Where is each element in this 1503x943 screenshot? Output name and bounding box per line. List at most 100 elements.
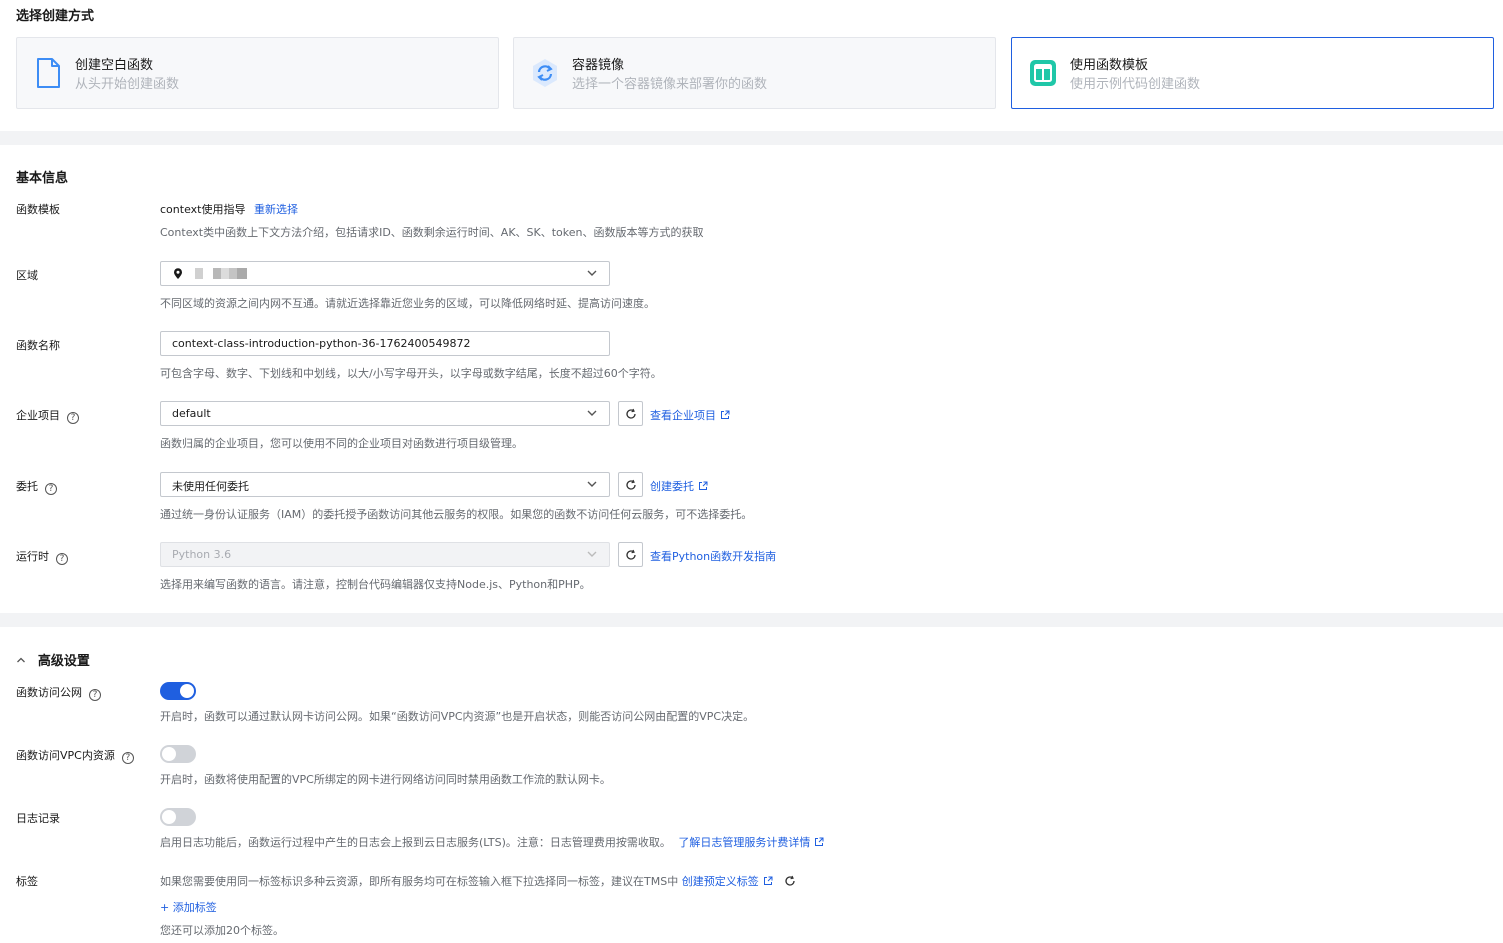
- agency-value: 未使用任何委托: [172, 480, 249, 493]
- create-agency-link[interactable]: 创建委托: [650, 478, 708, 494]
- runtime-value: Python 3.6: [172, 548, 232, 561]
- agency-select[interactable]: 未使用任何委托: [160, 472, 610, 497]
- refresh-icon: [626, 549, 636, 560]
- chevron-down-icon: [587, 551, 597, 557]
- add-tag-link[interactable]: + 添加标签: [160, 899, 217, 915]
- logging-hint: 启用日志功能后，函数运行过程中产生的日志会上报到云日志服务(LTS)。注意：日志…: [160, 836, 671, 849]
- public-access-hint: 开启时，函数可以通过默认网卡访问公网。如果“函数访问VPC内资源”也是开启状态，…: [160, 710, 755, 723]
- help-icon[interactable]: ?: [56, 553, 68, 565]
- runtime-hint: 选择用来编写函数的语言。请注意，控制台代码编辑器仅支持Node.js、Pytho…: [160, 578, 591, 591]
- redacted-region-block: [237, 268, 247, 279]
- tags-hint: 如果您需要使用同一标签标识多种云资源，即所有服务均可在标签输入框下拉选择同一标签…: [160, 875, 679, 888]
- help-icon[interactable]: ?: [89, 689, 101, 701]
- logging-toggle[interactable]: [160, 808, 196, 826]
- external-link-icon: [699, 481, 708, 490]
- view-enterprise-project-link[interactable]: 查看企业项目: [650, 407, 730, 423]
- refresh-agency-button[interactable]: [618, 472, 643, 497]
- function-name-input[interactable]: context-class-introduction-python-36-176…: [160, 331, 610, 356]
- help-icon[interactable]: ?: [67, 412, 79, 424]
- link-text: 查看企业项目: [650, 409, 716, 422]
- chevron-down-icon: [587, 481, 597, 487]
- card-title: 容器镜像: [572, 58, 625, 73]
- create-predefined-tag-link[interactable]: 创建预定义标签: [682, 875, 773, 888]
- external-link-icon: [721, 410, 730, 419]
- redacted-region-block: [221, 268, 229, 279]
- card-function-template[interactable]: 使用函数模板 使用示例代码创建函数: [1011, 37, 1494, 109]
- refresh-icon[interactable]: [784, 875, 796, 887]
- tags-hint-row: 如果您需要使用同一标签标识多种云资源，即所有服务均可在标签输入框下拉选择同一标签…: [160, 873, 796, 889]
- chevron-down-icon: [587, 410, 597, 416]
- toggle-knob: [162, 747, 176, 761]
- external-link-icon: [815, 837, 824, 846]
- refresh-runtime-button[interactable]: [618, 542, 643, 567]
- card-title: 创建空白函数: [75, 58, 154, 73]
- public-access-label-row: 函数访问公网?: [16, 684, 101, 701]
- card-subtitle: 选择一个容器镜像来部署你的函数: [572, 77, 768, 92]
- container-image-icon: [533, 59, 557, 87]
- card-container-image[interactable]: 容器镜像 选择一个容器镜像来部署你的函数: [513, 37, 996, 109]
- logging-label: 日志记录: [16, 812, 60, 825]
- enterprise-project-select[interactable]: default: [160, 401, 610, 426]
- card-title: 使用函数模板: [1070, 58, 1149, 73]
- section-divider: [0, 613, 1503, 627]
- refresh-enterprise-project-button[interactable]: [618, 401, 643, 426]
- region-label: 区域: [16, 269, 38, 282]
- public-access-label: 函数访问公网: [16, 686, 82, 699]
- section-divider: [0, 131, 1503, 145]
- agency-label-row: 委托?: [16, 478, 57, 495]
- enterprise-project-label-row: 企业项目?: [16, 407, 79, 424]
- help-icon[interactable]: ?: [121, 752, 134, 764]
- tags-label: 标签: [16, 875, 38, 888]
- function-name-value: context-class-introduction-python-36-176…: [172, 337, 471, 350]
- blank-file-icon: [37, 58, 60, 88]
- link-text: 创建预定义标签: [681, 875, 759, 888]
- help-icon[interactable]: ?: [45, 483, 57, 495]
- advanced-settings-toggle[interactable]: 高级设置: [16, 650, 90, 669]
- vpc-access-label: 函数访问VPC内资源: [16, 749, 115, 762]
- advanced-settings-title: 高级设置: [37, 654, 90, 669]
- toggle-knob: [180, 684, 194, 698]
- card-blank-function[interactable]: 创建空白函数 从头开始创建函数: [16, 37, 499, 109]
- redacted-region-block: [195, 268, 203, 279]
- logging-pricing-link[interactable]: 了解日志管理服务计费详情: [678, 836, 824, 849]
- redacted-region-block: [229, 268, 237, 279]
- logging-hint-row: 启用日志功能后，函数运行过程中产生的日志会上报到云日志服务(LTS)。注意：日志…: [160, 834, 824, 850]
- runtime-label-row: 运行时?: [16, 548, 68, 565]
- agency-label: 委托: [16, 480, 38, 493]
- card-subtitle: 使用示例代码创建函数: [1070, 77, 1201, 92]
- region-select[interactable]: [160, 261, 610, 286]
- function-name-label: 函数名称: [16, 339, 60, 352]
- create-method-title: 选择创建方式: [16, 9, 95, 24]
- refresh-icon: [626, 408, 636, 419]
- card-subtitle: 从头开始创建函数: [75, 77, 180, 92]
- agency-hint: 通过统一身份认证服务（IAM）的委托授予函数访问其他云服务的权限。如果您的函数不…: [160, 508, 753, 521]
- link-text: 创建委托: [650, 480, 694, 493]
- chevron-down-icon: [587, 270, 597, 276]
- python-dev-guide-link[interactable]: 查看Python函数开发指南: [650, 548, 776, 564]
- vpc-access-toggle[interactable]: [160, 745, 196, 763]
- vpc-access-label-row: 函数访问VPC内资源?: [16, 747, 134, 764]
- chevron-up-icon: [17, 657, 25, 663]
- enterprise-project-value: default: [172, 407, 211, 420]
- template-value: context使用指导: [160, 203, 246, 216]
- template-icon: [1030, 60, 1056, 86]
- vpc-access-hint: 开启时，函数将使用配置的VPC所绑定的网卡进行网络访问同时禁用函数工作流的默认网…: [160, 773, 611, 786]
- location-pin-icon: [174, 268, 182, 279]
- template-hint: Context类中函数上下文方法介绍，包括请求ID、函数剩余运行时间、AK、SK…: [160, 226, 704, 239]
- template-label: 函数模板: [16, 203, 60, 216]
- toggle-knob: [162, 810, 176, 824]
- public-access-toggle[interactable]: [160, 682, 196, 700]
- runtime-label: 运行时: [16, 550, 49, 563]
- tags-remaining-hint: 您还可以添加20个标签。: [160, 924, 284, 937]
- redacted-region-block: [213, 268, 221, 279]
- refresh-icon: [626, 479, 636, 490]
- template-value-row: context使用指导 重新选择: [160, 201, 298, 217]
- basic-info-title: 基本信息: [16, 171, 69, 186]
- reselect-template-link[interactable]: 重新选择: [254, 203, 298, 216]
- runtime-select: Python 3.6: [160, 542, 610, 567]
- function-name-hint: 可包含字母、数字、下划线和中划线，以大/小写字母开头，以字母或数字结尾，长度不超…: [160, 367, 662, 380]
- enterprise-project-label: 企业项目: [16, 409, 60, 422]
- region-hint: 不同区域的资源之间内网不互通。请就近选择靠近您业务的区域，可以降低网络时延、提高…: [160, 297, 655, 310]
- enterprise-project-hint: 函数归属的企业项目，您可以使用不同的企业项目对函数进行项目级管理。: [160, 437, 523, 450]
- external-link-icon: [763, 876, 773, 885]
